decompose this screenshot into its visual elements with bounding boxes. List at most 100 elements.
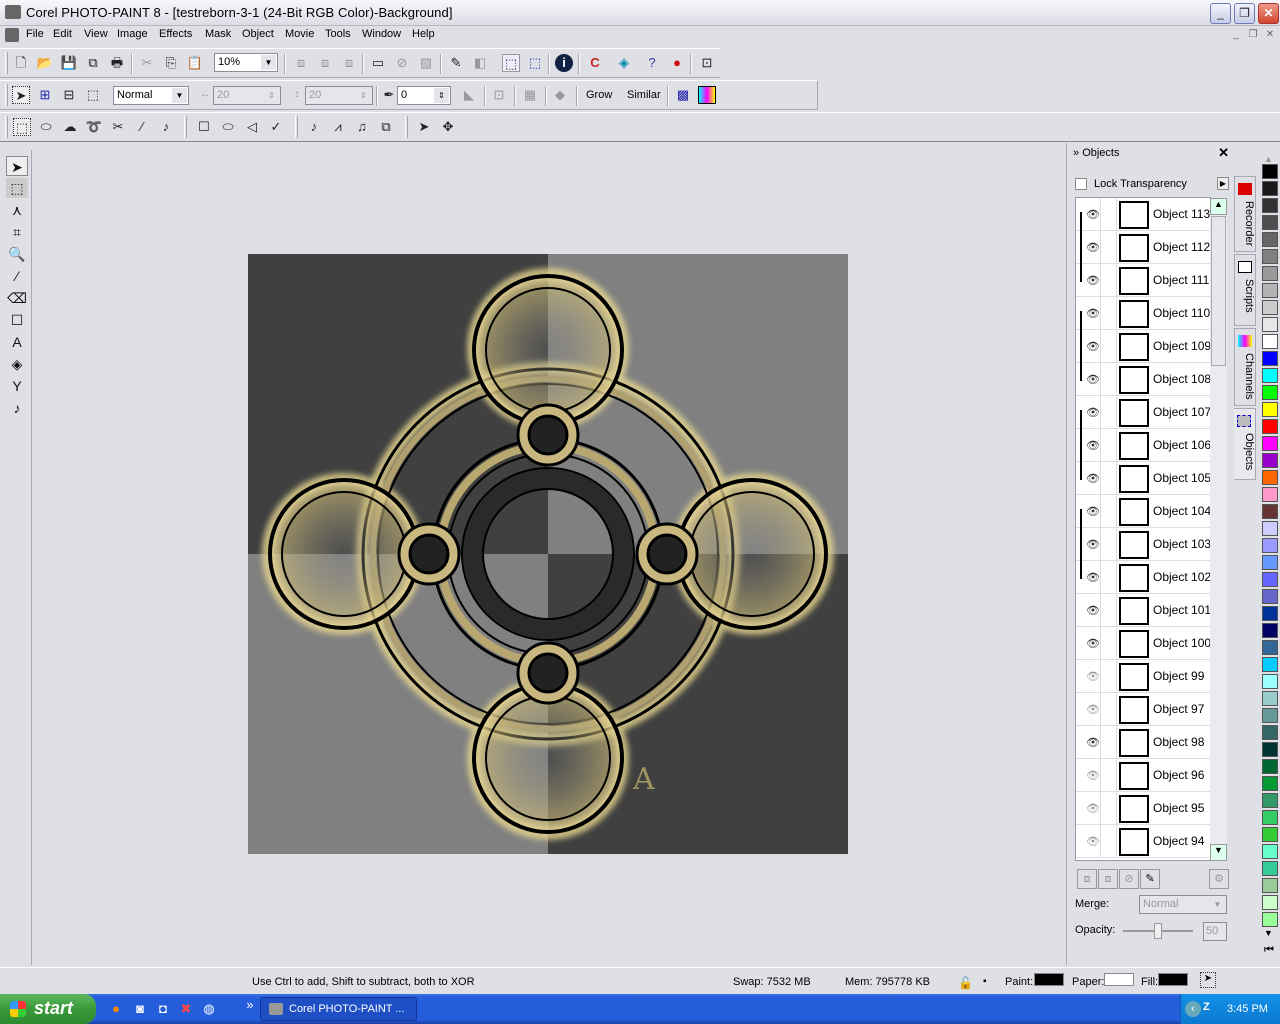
magic-wand-icon[interactable]: ⁄: [133, 118, 151, 136]
transparency-tool-icon[interactable]: Y: [6, 376, 28, 396]
palette-swatch[interactable]: [1262, 844, 1278, 859]
ellipse-tool-icon[interactable]: ⬭: [219, 118, 237, 136]
object-row[interactable]: 👁 Object 96: [1076, 759, 1210, 792]
copy-icon[interactable]: ⎘: [162, 54, 180, 72]
visibility-eye-icon[interactable]: 👁: [1086, 472, 1100, 485]
paste-icon[interactable]: 📋: [186, 54, 204, 72]
cut-icon[interactable]: ✂: [138, 54, 156, 72]
palette-swatch[interactable]: [1262, 232, 1278, 247]
tab-channels[interactable]: Channels: [1234, 328, 1256, 406]
quicklaunch-app-icon[interactable]: ◙: [132, 1001, 148, 1017]
x-app-icon[interactable]: ✖: [178, 1001, 194, 1017]
save-icon[interactable]: 💾: [60, 54, 78, 72]
mode-select[interactable]: Normal ▼: [113, 86, 189, 105]
whats-this-icon[interactable]: ?: [643, 54, 661, 72]
scroll-thumb[interactable]: [1211, 216, 1226, 366]
palette-swatch[interactable]: [1262, 266, 1278, 281]
anti-alias-icon[interactable]: ◣: [460, 86, 478, 104]
docker-menu-button[interactable]: ▶: [1217, 177, 1229, 190]
mask-marquee-icon[interactable]: ▩: [674, 86, 692, 104]
crop-tool-icon[interactable]: ⌗: [6, 222, 28, 242]
palette-end-icon[interactable]: ⏮: [1264, 944, 1274, 957]
tray-expand-icon[interactable]: ‹: [1185, 1001, 1201, 1017]
palette-swatch[interactable]: [1262, 181, 1278, 196]
combine-icon[interactable]: ⧈: [1077, 869, 1097, 889]
object-row[interactable]: 👁 Object 108: [1076, 363, 1210, 396]
opacity-field[interactable]: 50: [1203, 922, 1227, 941]
palette-swatch[interactable]: [1262, 419, 1278, 434]
visibility-eye-icon[interactable]: 👁: [1086, 604, 1100, 617]
palette-swatch[interactable]: [1262, 657, 1278, 672]
visibility-eye-icon[interactable]: 👁: [1086, 307, 1100, 320]
object-row[interactable]: 👁 Object 101: [1076, 594, 1210, 627]
menu-effects[interactable]: Effects: [159, 28, 192, 40]
palette-swatch[interactable]: [1262, 470, 1278, 485]
mask-shape-icon[interactable]: ◆: [551, 86, 569, 104]
object-row[interactable]: 👁 Object 95: [1076, 792, 1210, 825]
object-row[interactable]: 👁 Object 110: [1076, 297, 1210, 330]
palette-swatch[interactable]: [1262, 640, 1278, 655]
mask-show-icon[interactable]: ▭: [369, 54, 387, 72]
palette-swatch[interactable]: [1262, 810, 1278, 825]
mask-invert-icon[interactable]: ▨: [417, 54, 435, 72]
mask-brush-icon[interactable]: ♪: [157, 118, 175, 136]
tab-scripts[interactable]: Scripts: [1234, 254, 1256, 326]
delete-object-icon[interactable]: ⊘: [1119, 869, 1139, 889]
full-screen-icon[interactable]: ⊡: [698, 54, 716, 72]
visibility-eye-icon[interactable]: 👁: [1086, 274, 1100, 287]
menu-movie[interactable]: Movie: [285, 28, 314, 40]
paper-color-swatch[interactable]: [1104, 973, 1134, 986]
docker-close-button[interactable]: ✕: [1218, 145, 1229, 161]
rectangle-mask-icon[interactable]: ⬚: [13, 118, 31, 136]
freehand-mask-icon[interactable]: ☁: [61, 118, 79, 136]
tab-objects[interactable]: Objects: [1234, 408, 1256, 480]
subtractive-mode-icon[interactable]: ⊟: [60, 86, 78, 104]
merge-select[interactable]: Normal ▼: [1139, 895, 1227, 914]
palette-scroll-down-icon[interactable]: ▼: [1264, 928, 1273, 938]
visibility-eye-icon[interactable]: 👁: [1086, 241, 1100, 254]
menu-help[interactable]: Help: [412, 28, 435, 40]
grow-button[interactable]: Grow: [586, 89, 612, 101]
palette-swatch[interactable]: [1262, 589, 1278, 604]
paint-brush-icon[interactable]: ♪: [305, 118, 323, 136]
object-row[interactable]: 👁 Object 97: [1076, 693, 1210, 726]
menu-file[interactable]: File: [26, 28, 44, 40]
toolbar-grip[interactable]: [5, 84, 8, 106]
xor-mode-icon[interactable]: ⬚: [84, 86, 102, 104]
palette-swatch[interactable]: [1262, 249, 1278, 264]
palette-swatch[interactable]: [1262, 453, 1278, 468]
mask-stroke-icon[interactable]: ▦: [521, 86, 539, 104]
menu-image[interactable]: Image: [117, 28, 148, 40]
object-row[interactable]: 👁 Object 103: [1076, 528, 1210, 561]
lasso-mask-icon[interactable]: ➰: [85, 118, 103, 136]
mask-transform-icon[interactable]: ⋏: [6, 200, 28, 220]
visibility-eye-icon[interactable]: 👁: [1086, 340, 1100, 353]
firefox-icon[interactable]: ●: [108, 1001, 124, 1017]
combine-together-icon[interactable]: ⧈: [340, 54, 358, 72]
visibility-eye-icon[interactable]: 👁: [1086, 208, 1100, 221]
combine-all-icon[interactable]: ⧈: [316, 54, 334, 72]
paint-color-swatch[interactable]: [1034, 973, 1064, 986]
doc-restore-button[interactable]: ❐: [1245, 28, 1261, 42]
similar-button[interactable]: Similar: [627, 89, 661, 101]
combine-all-icon[interactable]: ⧈: [1098, 869, 1118, 889]
tray-app-icon[interactable]: Z: [1203, 1001, 1210, 1013]
palette-swatch[interactable]: [1262, 674, 1278, 689]
palette-swatch[interactable]: [1262, 283, 1278, 298]
palette-swatch[interactable]: [1262, 861, 1278, 876]
palette-swatch[interactable]: [1262, 164, 1278, 179]
combine-icon[interactable]: ⧈: [292, 54, 310, 72]
visibility-eye-icon[interactable]: 👁: [1086, 637, 1100, 650]
open-folder-icon[interactable]: 📂: [36, 54, 54, 72]
ellipse-mask-icon[interactable]: ⬭: [37, 118, 55, 136]
menu-edit[interactable]: Edit: [53, 28, 72, 40]
quicklaunch-more-icon[interactable]: »: [242, 997, 258, 1013]
palette-swatch[interactable]: [1262, 504, 1278, 519]
channels-icon[interactable]: [698, 86, 716, 104]
info-icon[interactable]: i: [555, 54, 573, 72]
visibility-eye-icon[interactable]: 👁: [1086, 703, 1100, 716]
palette-swatch[interactable]: [1262, 725, 1278, 740]
text-tool-icon[interactable]: A: [6, 332, 28, 352]
palette-swatch[interactable]: [1262, 895, 1278, 910]
app-icon[interactable]: [5, 5, 21, 19]
